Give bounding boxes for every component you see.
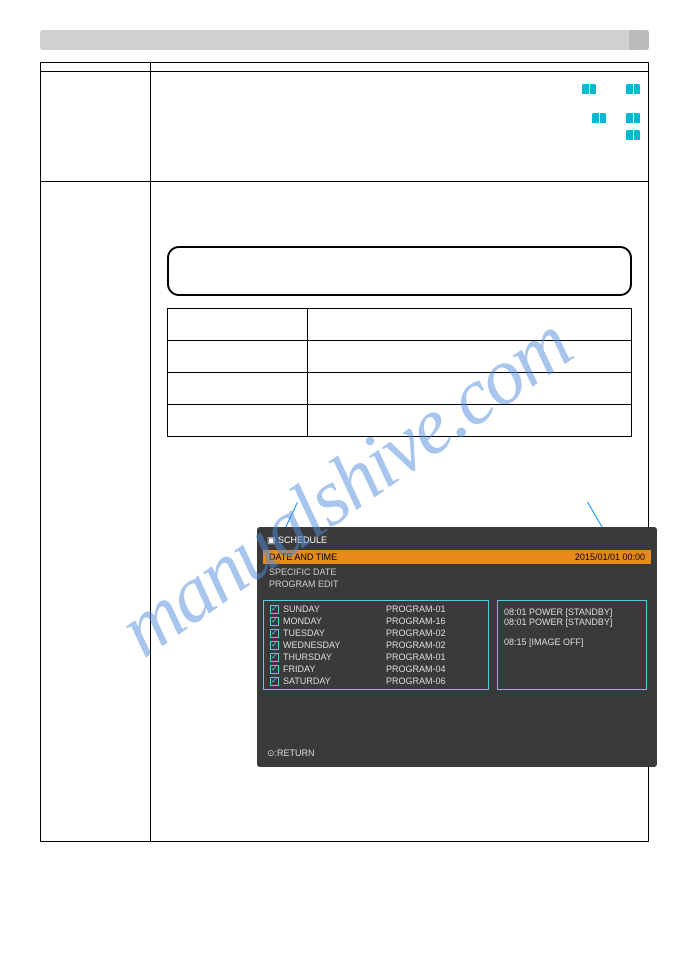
osd-day-wednesday[interactable]: WEDNESDAY: [270, 639, 386, 651]
osd-date-label: DATE AND TIME: [269, 552, 337, 562]
osd-event-list: 08:01 POWER [STANDBY] 08:01 POWER [STAND…: [497, 600, 647, 690]
day-label: FRIDAY: [283, 664, 315, 674]
sub-h1: [168, 309, 308, 341]
day-label: MONDAY: [283, 616, 322, 626]
checkbox-icon[interactable]: [270, 641, 279, 650]
program-value: PROGRAM-04: [386, 663, 486, 675]
row-schedule: ▣ SCHEDULE DATE AND TIME 2015/01/01 00:0…: [41, 182, 649, 842]
sub-h2: [308, 309, 632, 341]
book-icon: [626, 130, 640, 140]
osd-screenshot-container: ▣ SCHEDULE DATE AND TIME 2015/01/01 00:0…: [167, 527, 632, 787]
sub-row-3: [168, 405, 632, 437]
program-value: PROGRAM-01: [386, 603, 486, 615]
icon-group-2: [157, 105, 642, 151]
osd-tab-program-edit[interactable]: PROGRAM EDIT: [263, 578, 651, 590]
event-row: 08:15 [IMAGE OFF]: [504, 637, 640, 647]
osd-title-text: SCHEDULE: [278, 535, 327, 545]
header-row: [41, 63, 649, 72]
event-row: [504, 627, 640, 637]
settings-table: ▣ SCHEDULE DATE AND TIME 2015/01/01 00:0…: [40, 62, 649, 842]
program-value: PROGRAM-06: [386, 675, 486, 687]
sub-c5: [168, 405, 308, 437]
osd-day-saturday[interactable]: SATURDAY: [270, 675, 386, 687]
checkbox-icon[interactable]: [270, 629, 279, 638]
sub-c2: [308, 341, 632, 373]
checkbox-icon[interactable]: [270, 677, 279, 686]
osd-tab-specific-date[interactable]: SPECIFIC DATE: [263, 566, 651, 578]
header-desc: [151, 63, 649, 72]
event-row: 08:01 POWER [STANDBY]: [504, 617, 640, 627]
sub-c4: [308, 373, 632, 405]
book-icon: [582, 84, 596, 94]
sub-parameter-table: [167, 308, 632, 437]
osd-day-list: SUNDAY MONDAY TUESDAY WEDNESDAY THURSDAY…: [263, 600, 489, 690]
cell-right-1: [151, 72, 649, 182]
osd-day-sunday[interactable]: SUNDAY: [270, 603, 386, 615]
program-value: PROGRAM-02: [386, 639, 486, 651]
row-icons: [41, 72, 649, 182]
cell-left-2: [41, 182, 151, 842]
osd-return-hint: ⊙:RETURN: [267, 748, 315, 759]
checkbox-icon[interactable]: [270, 605, 279, 614]
header-item: [41, 63, 151, 72]
day-label: WEDNESDAY: [283, 640, 340, 650]
osd-schedule-screen: ▣ SCHEDULE DATE AND TIME 2015/01/01 00:0…: [257, 527, 657, 767]
osd-day-tuesday[interactable]: TUESDAY: [270, 627, 386, 639]
day-label: SATURDAY: [283, 676, 331, 686]
book-icon: [626, 84, 640, 94]
book-icon: [592, 113, 606, 123]
icon-group-1: [157, 76, 642, 105]
checkbox-icon[interactable]: [270, 653, 279, 662]
sub-c3: [168, 373, 308, 405]
osd-program-col: PROGRAM-01 PROGRAM-16 PROGRAM-02 PROGRAM…: [386, 603, 486, 687]
sub-row-1: [168, 341, 632, 373]
rounded-note-box: [167, 246, 632, 296]
checkbox-icon[interactable]: [270, 665, 279, 674]
sub-header-row: [168, 309, 632, 341]
sub-c6: [308, 405, 632, 437]
checkbox-icon[interactable]: [270, 617, 279, 626]
osd-day-friday[interactable]: FRIDAY: [270, 663, 386, 675]
osd-day-monday[interactable]: MONDAY: [270, 615, 386, 627]
manual-page: ▣ SCHEDULE DATE AND TIME 2015/01/01 00:0…: [0, 0, 689, 872]
osd-date-time-row[interactable]: DATE AND TIME 2015/01/01 00:00: [263, 550, 651, 564]
program-value: PROGRAM-02: [386, 627, 486, 639]
cell-right-2: ▣ SCHEDULE DATE AND TIME 2015/01/01 00:0…: [151, 182, 649, 842]
program-value: PROGRAM-01: [386, 651, 486, 663]
osd-day-col: SUNDAY MONDAY TUESDAY WEDNESDAY THURSDAY…: [266, 603, 386, 687]
osd-day-thursday[interactable]: THURSDAY: [270, 651, 386, 663]
book-icon: [626, 113, 640, 123]
section-header-bar: [40, 30, 649, 50]
sub-c1: [168, 341, 308, 373]
osd-title: ▣ SCHEDULE: [263, 533, 651, 548]
sub-row-2: [168, 373, 632, 405]
program-value: PROGRAM-16: [386, 615, 486, 627]
day-label: SUNDAY: [283, 604, 320, 614]
osd-date-value: 2015/01/01 00:00: [575, 552, 645, 562]
day-label: TUESDAY: [283, 628, 325, 638]
day-label: THURSDAY: [283, 652, 332, 662]
osd-body: SUNDAY MONDAY TUESDAY WEDNESDAY THURSDAY…: [263, 600, 651, 690]
cell-left-1: [41, 72, 151, 182]
event-row: 08:01 POWER [STANDBY]: [504, 607, 640, 617]
